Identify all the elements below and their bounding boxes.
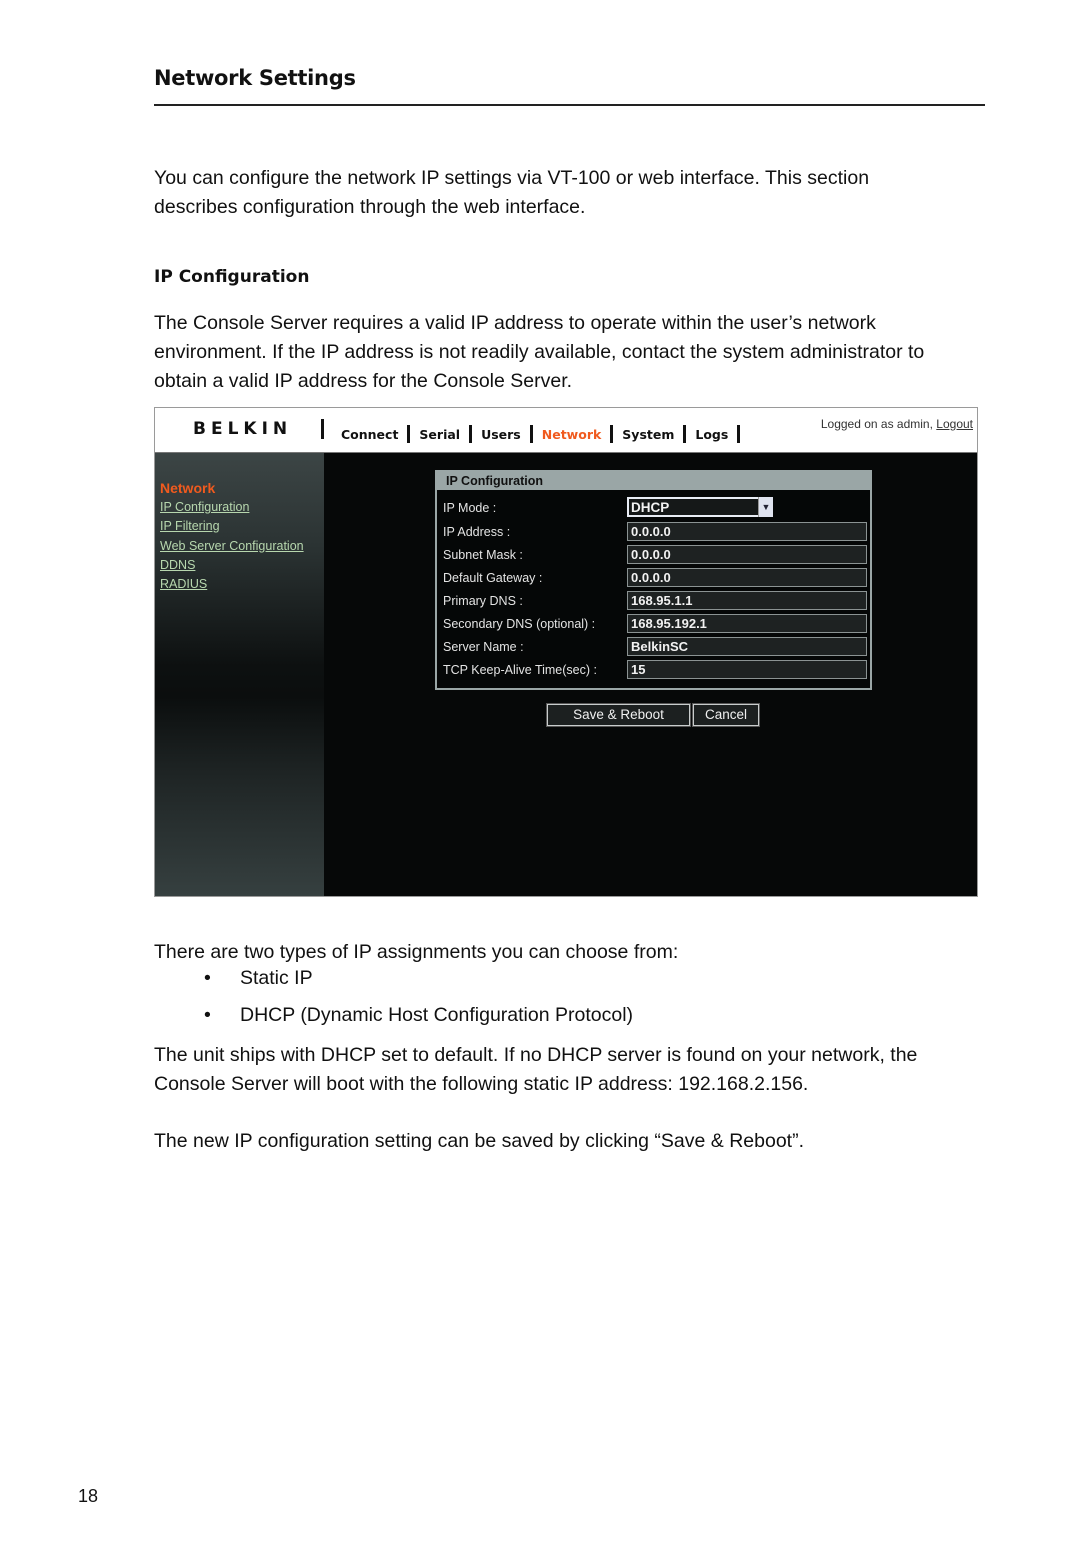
tcp-keepalive-label: TCP Keep-Alive Time(sec) : [443,663,597,677]
nav-serial[interactable]: Serial [419,427,460,442]
bullet-text: Static IP [240,967,313,989]
form-row: Secondary DNS (optional) : [437,613,870,636]
secondary-dns-label: Secondary DNS (optional) : [443,617,596,631]
nav-separator [610,425,614,443]
form-row: TCP Keep-Alive Time(sec) : [437,659,870,682]
bullet-icon: • [204,967,211,989]
nav-users[interactable]: Users [481,427,521,442]
sidebar-item-ip-filtering[interactable]: IP Filtering [160,517,304,536]
secondary-dns-input[interactable] [627,614,867,633]
logout-link[interactable]: Logout [936,417,973,431]
default-gateway-label: Default Gateway : [443,571,543,585]
primary-dns-input[interactable] [627,591,867,610]
ip-mode-select[interactable]: DHCP ▼ [627,497,773,517]
page-title: Network Settings [154,66,356,90]
web-ui-header: BELKIN Connect Serial Users Network Syst… [155,408,977,453]
nav-system[interactable]: System [622,427,674,442]
logged-in-text: Logged on as admin, [820,417,933,431]
sidebar: Network IP Configuration IP Filtering We… [155,453,324,896]
logo-separator [321,419,324,439]
nav-separator [529,425,533,443]
title-divider [154,104,985,106]
nav-separator [407,425,411,443]
ip-mode-row: IP Mode : DHCP ▼ [437,497,870,520]
ip-address-label: IP Address : [443,525,511,539]
form-row: Default Gateway : [437,567,870,590]
subnet-mask-input[interactable] [627,545,867,564]
page-number: 18 [78,1486,99,1506]
ip-address-input[interactable] [627,522,867,541]
chevron-down-icon[interactable]: ▼ [758,497,773,517]
nav-separator [737,425,741,443]
login-status: Logged on as admin, Logout [821,417,973,431]
tcp-keepalive-input[interactable] [627,660,867,679]
types-intro-paragraph: There are two types of IP assignments yo… [154,941,679,963]
top-nav: Connect Serial Users Network System Logs [341,425,749,443]
server-name-label: Server Name : [443,640,524,654]
form-row: IP Address : [437,521,870,544]
sidebar-links: IP Configuration IP Filtering Web Server… [160,498,304,594]
default-paragraph: The unit ships with DHCP set to default.… [154,1044,918,1095]
nav-network[interactable]: Network [542,427,602,442]
bullet-icon: • [204,1004,211,1026]
sidebar-item-web-server-configuration[interactable]: Web Server Configuration [160,537,304,556]
sidebar-item-ip-configuration[interactable]: IP Configuration [160,498,304,517]
section-paragraph: The Console Server requires a valid IP a… [154,312,925,392]
sidebar-item-radius[interactable]: RADIUS [160,575,304,594]
server-name-input[interactable] [627,637,867,656]
form-row: Primary DNS : [437,590,870,613]
ip-mode-value: DHCP [631,500,670,515]
panel-title: IP Configuration [437,472,870,490]
default-gateway-input[interactable] [627,568,867,587]
ip-mode-label: IP Mode : [443,501,497,515]
save-paragraph: The new IP configuration setting can be … [154,1130,805,1152]
sidebar-heading: Network [160,480,216,496]
nav-connect[interactable]: Connect [341,427,398,442]
nav-separator [469,425,473,443]
sidebar-item-ddns[interactable]: DDNS [160,556,304,575]
nav-separator [683,425,687,443]
ip-configuration-panel: IP Configuration IP Mode : DHCP ▼ IP Add… [435,470,872,690]
cancel-button[interactable]: Cancel [692,703,760,727]
subnet-mask-label: Subnet Mask : [443,548,523,562]
form-row: Subnet Mask : [437,544,870,567]
primary-dns-label: Primary DNS : [443,594,523,608]
section-heading: IP Configuration [154,267,310,287]
bullet-text: DHCP (Dynamic Host Configuration Protoco… [240,1004,634,1026]
intro-paragraph: You can configure the network IP setting… [154,167,870,218]
save-reboot-button[interactable]: Save & Reboot [546,703,691,727]
web-ui-screenshot: BELKIN Connect Serial Users Network Syst… [154,407,978,897]
belkin-logo: BELKIN [193,419,293,439]
form-row: Server Name : [437,636,870,659]
nav-logs[interactable]: Logs [695,427,728,442]
